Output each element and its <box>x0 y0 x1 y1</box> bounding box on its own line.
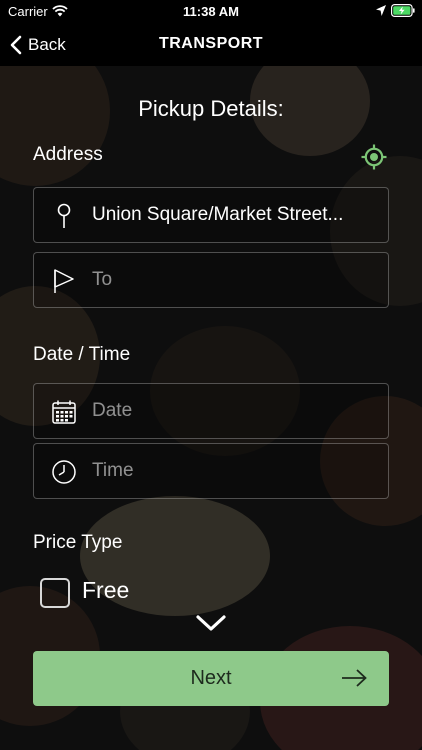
date-time-label: Date / Time <box>33 344 131 365</box>
free-checkbox[interactable] <box>40 578 70 608</box>
chevron-down-icon[interactable] <box>195 614 227 632</box>
battery-charging-icon <box>391 4 415 17</box>
status-time: 11:38 AM <box>183 4 239 19</box>
from-address-value: Union Square/Market Street... <box>92 204 344 225</box>
free-checkbox-label[interactable]: Free <box>82 577 129 604</box>
next-button-label: Next <box>190 667 232 689</box>
clock-icon <box>52 460 76 484</box>
time-placeholder: Time <box>92 460 134 481</box>
current-location-icon[interactable] <box>361 144 387 170</box>
from-address-field[interactable]: Union Square/Market Street... <box>33 187 389 243</box>
page-title: TRANSPORT <box>158 35 264 52</box>
location-arrow-icon <box>376 5 386 16</box>
next-button[interactable]: Next <box>33 651 389 706</box>
price-type-label: Price Type <box>33 532 123 553</box>
flag-icon <box>54 269 74 293</box>
to-address-placeholder: To <box>92 269 113 290</box>
to-address-field[interactable]: To <box>33 252 389 308</box>
arrow-right-icon <box>342 669 367 687</box>
status-bar: Carrier 11:38 AM <box>0 0 422 24</box>
date-field[interactable]: Date <box>33 383 389 439</box>
navigation-bar: Back TRANSPORT <box>0 24 422 66</box>
date-placeholder: Date <box>92 400 133 421</box>
section-heading: Pickup Details: <box>138 96 284 121</box>
map-pin-icon <box>57 203 71 228</box>
time-field[interactable]: Time <box>33 443 389 499</box>
pickup-form: Pickup Details: Address Union Square/Mar… <box>0 66 422 750</box>
calendar-icon <box>52 400 76 424</box>
address-label: Address <box>33 144 103 165</box>
